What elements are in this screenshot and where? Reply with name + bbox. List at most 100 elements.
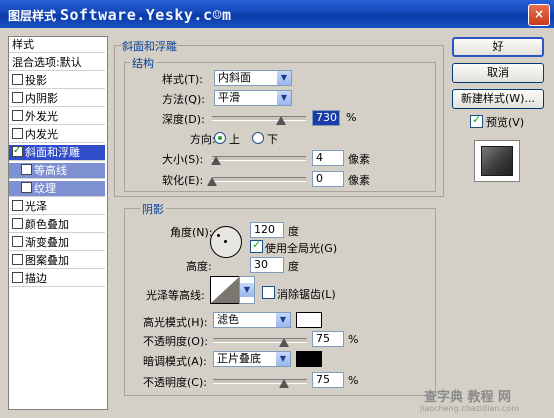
size-input[interactable]: 4 xyxy=(312,150,344,166)
style-list-item[interactable]: 内阴影 xyxy=(9,91,105,107)
antialias-checkbox[interactable] xyxy=(262,286,275,299)
style-list-item[interactable]: 混合选项:默认 xyxy=(9,55,105,71)
style-list-checkbox[interactable] xyxy=(12,272,23,283)
global-light-label: 使用全局光(G) xyxy=(265,242,338,255)
style-list-item-label: 斜面和浮雕 xyxy=(25,146,80,159)
direction-down-radio[interactable] xyxy=(252,132,264,144)
highlight-color-swatch[interactable] xyxy=(296,312,322,328)
depth-input[interactable]: 730 xyxy=(312,110,340,126)
cancel-button[interactable]: 取消 xyxy=(452,63,544,83)
angle-input[interactable]: 120 xyxy=(250,222,284,238)
style-list-item-label: 样式 xyxy=(12,38,34,51)
ok-button[interactable]: 好 xyxy=(452,37,544,57)
technique-select[interactable]: 平滑 ▼ xyxy=(214,90,292,106)
highlight-opacity-slider[interactable] xyxy=(213,338,307,343)
style-list-item-label: 投影 xyxy=(25,74,47,87)
soften-slider[interactable] xyxy=(212,177,306,182)
style-list-item-label: 图案叠加 xyxy=(25,254,69,267)
shadow-opacity-input[interactable]: 75 xyxy=(312,372,344,388)
highlight-mode-value: 滤色 xyxy=(217,313,239,326)
style-list-checkbox[interactable] xyxy=(12,254,23,265)
style-list-checkbox[interactable] xyxy=(12,143,23,159)
style-list-checkbox[interactable] xyxy=(12,128,23,139)
style-list-item[interactable]: 图案叠加 xyxy=(9,253,105,269)
gloss-contour-dropdown[interactable]: ▼ xyxy=(239,276,255,304)
shadow-opacity-slider[interactable] xyxy=(213,379,307,384)
shadow-color-swatch[interactable] xyxy=(296,351,322,367)
style-list-item[interactable]: 投影 xyxy=(9,73,105,89)
style-list-item[interactable]: 光泽 xyxy=(9,199,105,215)
style-select[interactable]: 内斜面 ▼ xyxy=(214,70,292,86)
altitude-label: 高度: xyxy=(186,260,212,273)
direction-up-label: 上 xyxy=(229,133,240,146)
style-list-item[interactable]: 斜面和浮雕 xyxy=(9,143,105,161)
style-list-item[interactable]: 颜色叠加 xyxy=(9,217,105,233)
contour-curve-icon xyxy=(211,277,239,303)
angle-dial-handle[interactable] xyxy=(217,234,220,237)
highlight-opacity-thumb[interactable] xyxy=(279,338,289,347)
angle-dial[interactable] xyxy=(210,226,242,258)
style-list-checkbox[interactable] xyxy=(12,236,23,247)
style-list-item[interactable]: 外发光 xyxy=(9,109,105,125)
soften-unit: 像素 xyxy=(348,174,370,187)
antialias-label: 消除锯齿(L) xyxy=(277,288,336,301)
chevron-down-icon: ▼ xyxy=(277,71,291,85)
size-slider[interactable] xyxy=(212,156,306,161)
style-list-item[interactable]: 描边 xyxy=(9,271,105,287)
depth-slider-thumb[interactable] xyxy=(276,116,286,125)
style-label: 样式(T): xyxy=(162,73,204,86)
style-list-checkbox[interactable] xyxy=(12,92,23,103)
global-light-checkbox[interactable] xyxy=(250,238,263,253)
shadow-opacity-thumb[interactable] xyxy=(279,379,289,388)
soften-slider-thumb[interactable] xyxy=(207,177,217,186)
style-list-item-label: 渐变叠加 xyxy=(25,236,69,249)
shadow-mode-value: 正片叠底 xyxy=(217,352,261,365)
soften-label: 软化(E): xyxy=(162,174,204,187)
style-list-item[interactable]: 样式 xyxy=(9,37,105,53)
window-title: 图层样式 xyxy=(8,9,57,23)
technique-label: 方法(Q): xyxy=(162,93,205,106)
soften-input[interactable]: 0 xyxy=(312,171,344,187)
size-slider-thumb[interactable] xyxy=(211,156,221,165)
shading-title: 阴影 xyxy=(140,201,166,217)
chevron-down-icon: ▼ xyxy=(277,91,291,105)
preview-swatch-frame xyxy=(474,140,520,182)
depth-slider[interactable] xyxy=(212,116,306,121)
style-list-item[interactable]: 纹理 xyxy=(9,181,105,197)
shadow-opacity-label: 不透明度(C): xyxy=(143,376,207,389)
style-list-item-label: 内发光 xyxy=(25,128,58,141)
gloss-contour-preview[interactable] xyxy=(210,276,240,304)
style-list-checkbox[interactable] xyxy=(21,182,32,193)
gloss-contour-label: 光泽等高线: xyxy=(146,289,205,302)
highlight-mode-label: 高光模式(H): xyxy=(143,316,208,329)
angle-dial-center xyxy=(224,240,227,243)
highlight-mode-select[interactable]: 滤色 ▼ xyxy=(213,312,291,328)
style-list-item-label: 纹理 xyxy=(34,182,56,195)
chevron-down-icon: ▼ xyxy=(240,283,254,297)
preview-checkbox[interactable] xyxy=(470,113,483,128)
size-label: 大小(S): xyxy=(162,153,204,166)
new-style-button[interactable]: 新建样式(W)... xyxy=(452,89,544,109)
style-list-checkbox[interactable] xyxy=(12,74,23,85)
style-list-item[interactable]: 等高线 xyxy=(9,163,105,179)
style-list-checkbox[interactable] xyxy=(12,200,23,211)
angle-unit: 度 xyxy=(288,225,299,238)
highlight-opacity-input[interactable]: 75 xyxy=(312,331,344,347)
style-list-item[interactable]: 渐变叠加 xyxy=(9,235,105,251)
shadow-mode-select[interactable]: 正片叠底 ▼ xyxy=(213,351,291,367)
style-list-checkbox[interactable] xyxy=(12,110,23,121)
close-button[interactable]: × xyxy=(528,4,550,26)
highlight-opacity-unit: % xyxy=(348,333,359,346)
style-list-checkbox[interactable] xyxy=(12,218,23,229)
chevron-down-icon: ▼ xyxy=(276,352,290,366)
site-watermark-url: jiaocheng.chazidian.com xyxy=(420,404,520,413)
style-list-checkbox[interactable] xyxy=(21,164,32,175)
altitude-input[interactable]: 30 xyxy=(250,257,284,273)
style-list-item-label: 混合选项:默认 xyxy=(12,56,82,69)
style-list-item[interactable]: 内发光 xyxy=(9,127,105,143)
preview-swatch xyxy=(481,146,513,176)
chevron-down-icon: ▼ xyxy=(276,313,290,327)
direction-up-radio[interactable] xyxy=(214,132,226,144)
style-select-value: 内斜面 xyxy=(218,71,251,84)
style-list-item-label: 等高线 xyxy=(34,164,67,177)
